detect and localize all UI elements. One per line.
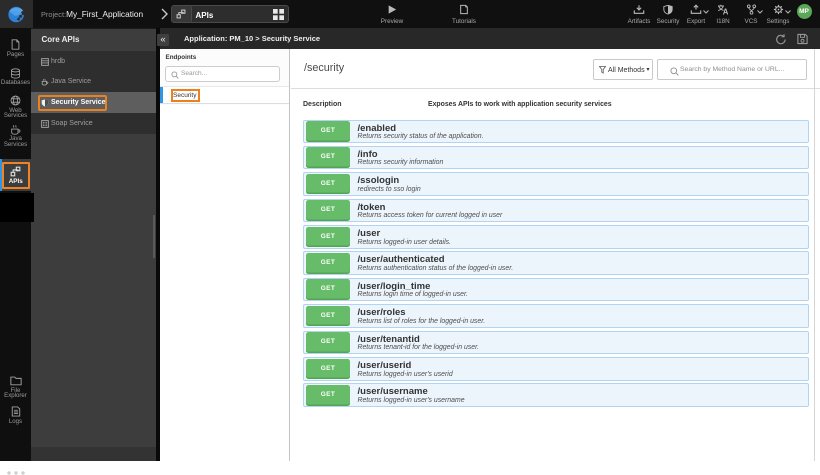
svg-text:A: A [723, 8, 729, 15]
